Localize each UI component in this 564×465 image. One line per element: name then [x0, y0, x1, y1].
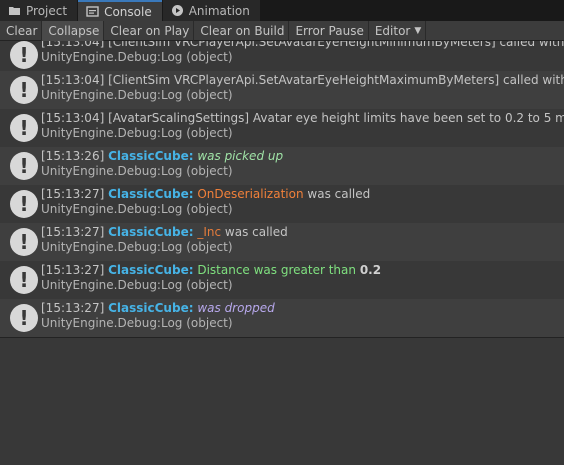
log-stack: UnityEngine.Debug:Log (object) — [41, 164, 233, 178]
log-stack: UnityEngine.Debug:Log (object) — [41, 50, 233, 64]
log-message: [15:13:27] ClassicCube: Distance was gre… — [41, 263, 382, 277]
window-tab-bar: Project Console Animation — [0, 0, 564, 21]
clear-button[interactable]: Clear — [0, 20, 43, 41]
log-message: [15:13:27] ClassicCube: was dropped — [41, 301, 275, 315]
log-entry[interactable]: ! [15:13:27] ClassicCube: Distance was g… — [0, 261, 564, 299]
log-message: [15:13:26] ClassicCube: was picked up — [41, 149, 284, 163]
info-icon: ! — [10, 190, 38, 218]
info-icon: ! — [10, 228, 38, 256]
editor-dropdown[interactable]: Editor ▼ — [369, 20, 427, 41]
log-entry[interactable]: ! [15:13:04] [ClientSim VRCPlayerApi.Set… — [0, 71, 564, 109]
log-message: [15:13:04] [AvatarScalingSettings] Avata… — [41, 111, 564, 125]
info-icon: ! — [10, 152, 38, 180]
log-stack: UnityEngine.Debug:Log (object) — [41, 202, 233, 216]
collapse-toggle[interactable]: Collapse — [42, 20, 105, 41]
info-icon: ! — [10, 304, 38, 332]
info-icon: ! — [10, 114, 38, 142]
tab-console[interactable]: Console — [78, 0, 162, 21]
log-message: [15:13:27] ClassicCube: OnDeserializatio… — [41, 187, 371, 201]
tab-project[interactable]: Project — [0, 0, 78, 21]
info-icon: ! — [10, 266, 38, 294]
log-entry[interactable]: ! [15:13:04] [ClientSim VRCPlayerApi.Set… — [0, 41, 564, 71]
log-stack: UnityEngine.Debug:Log (object) — [41, 278, 233, 292]
tab-console-label: Console — [104, 4, 152, 19]
tab-project-label: Project — [26, 3, 68, 18]
animation-icon — [171, 5, 183, 16]
log-detail-pane[interactable] — [0, 338, 564, 465]
editor-dropdown-label: Editor — [374, 23, 411, 38]
log-stack: UnityEngine.Debug:Log (object) — [41, 88, 233, 102]
log-stack: UnityEngine.Debug:Log (object) — [41, 240, 233, 254]
log-entry[interactable]: ! [15:13:27] ClassicCube: was dropped Un… — [0, 299, 564, 337]
log-message: [15:13:04] [ClientSim VRCPlayerApi.SetAv… — [41, 73, 564, 87]
log-entry[interactable]: ! [15:13:26] ClassicCube: was picked up … — [0, 147, 564, 185]
error-pause-toggle[interactable]: Error Pause — [289, 20, 369, 41]
folder-icon — [9, 7, 20, 15]
info-icon: ! — [10, 76, 38, 104]
log-entry[interactable]: ! [15:13:27] ClassicCube: _Inc was calle… — [0, 223, 564, 261]
log-stack: UnityEngine.Debug:Log (object) — [41, 126, 233, 140]
console-log-list[interactable]: ! [15:13:04] [ClientSim VRCPlayerApi.Set… — [0, 41, 564, 338]
chevron-down-icon: ▼ — [414, 25, 422, 36]
log-stack: UnityEngine.Debug:Log (object) — [41, 316, 233, 330]
log-entry[interactable]: ! [15:13:04] [AvatarScalingSettings] Ava… — [0, 109, 564, 147]
console-icon — [86, 6, 99, 17]
log-entry[interactable]: ! [15:13:27] ClassicCube: OnDeserializat… — [0, 185, 564, 223]
clear-on-play-toggle[interactable]: Clear on Play — [104, 20, 195, 41]
log-message: [15:13:04] [ClientSim VRCPlayerApi.SetAv… — [41, 41, 564, 49]
console-toolbar: Clear Collapse Clear on Play Clear on Bu… — [0, 20, 564, 41]
clear-on-build-toggle[interactable]: Clear on Build — [194, 20, 290, 41]
tab-animation-label: Animation — [188, 3, 250, 18]
tab-animation[interactable]: Animation — [162, 0, 260, 21]
log-message: [15:13:27] ClassicCube: _Inc was called — [41, 225, 288, 239]
info-icon: ! — [10, 41, 38, 69]
